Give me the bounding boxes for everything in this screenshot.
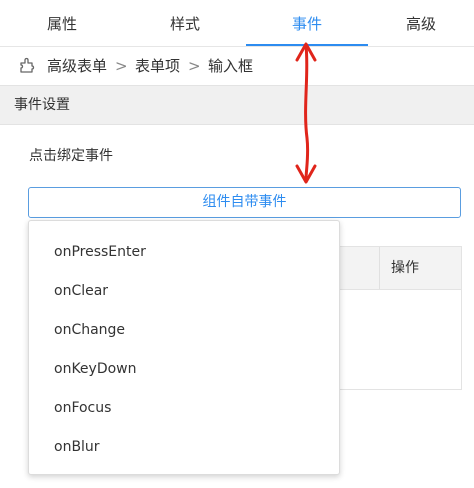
section-title: 事件设置 [14,97,70,113]
breadcrumb-item-form-item[interactable]: 表单项 [135,47,180,85]
dropdown-item-onkeydown[interactable]: onKeyDown [54,357,137,381]
puzzle-icon [18,55,40,75]
breadcrumb-separator: > [115,57,128,75]
dropdown-item-onchange[interactable]: onChange [54,318,125,342]
tab-bar: 属性 样式 事件 高级 [0,0,474,47]
tab-advanced[interactable]: 高级 [368,0,474,46]
breadcrumb-item-input: 输入框 [208,57,254,75]
breadcrumb-item-advanced-form[interactable]: 高级表单 [47,47,107,85]
event-type-select[interactable]: 组件自带事件 [28,187,461,218]
section-header: 事件设置 [0,85,474,125]
annotation-double-arrow [295,42,317,184]
bind-event-label: 点击绑定事件 [29,148,113,164]
tab-styles[interactable]: 样式 [124,0,246,46]
dropdown-item-onpressenter[interactable]: onPressEnter [54,240,146,264]
column-divider [379,247,380,289]
dropdown-item-onfocus[interactable]: onFocus [54,396,111,420]
dropdown-item-onclear[interactable]: onClear [54,279,108,303]
breadcrumb-separator: > [188,57,201,75]
column-header-actions: 操作 [391,260,419,276]
dropdown-item-onblur[interactable]: onBlur [54,435,100,459]
breadcrumb: 高级表单 > 表单项 > 输入框 [0,47,474,85]
event-dropdown-menu: onPressEnter onClear onChange onKeyDown … [28,220,340,475]
tab-properties[interactable]: 属性 [0,0,124,46]
